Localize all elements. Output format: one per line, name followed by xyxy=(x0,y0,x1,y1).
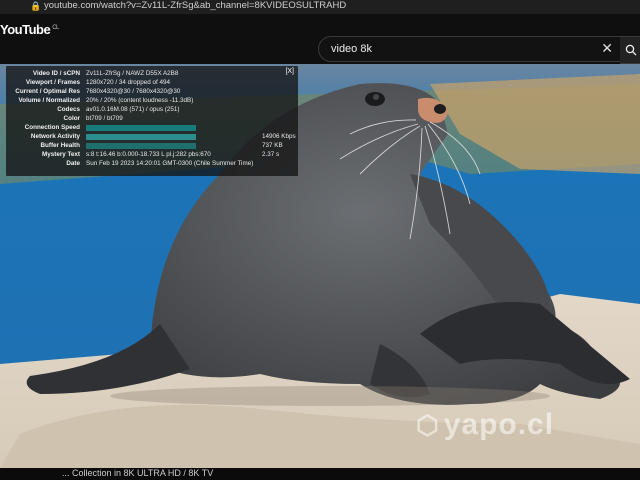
stats-label: Network Activity xyxy=(30,133,80,140)
stats-value: s:8 t:16.46 b:0.000-18.733 L pl.j:282 pb… xyxy=(86,151,211,158)
connection-speed-graph xyxy=(86,125,196,131)
country-code: CL xyxy=(52,24,59,31)
stats-value: 2.37 s xyxy=(262,151,280,158)
clear-search-icon[interactable]: ✕ xyxy=(601,40,613,57)
stats-value: 14906 Kbps xyxy=(262,133,296,140)
stats-row-network-activity: Network Activity 14906 Kbps xyxy=(6,133,298,141)
stats-label: Video ID / sCPN xyxy=(32,70,80,77)
stats-value: Zv11L-ZfrSg / NAWZ D55X A2B8 xyxy=(86,70,179,77)
stats-row-date: Date Sun Feb 19 2023 14:20:01 GMT-0300 (… xyxy=(6,160,298,168)
watermark-text: yapo.cl xyxy=(443,408,555,441)
stats-row-video-id: Video ID / sCPN Zv11L-ZfrSg / NAWZ D55X … xyxy=(6,70,298,78)
network-activity-graph xyxy=(86,134,196,140)
stats-row-volume: Volume / Normalized 20% / 20% (content l… xyxy=(6,97,298,105)
stats-row-viewport: Viewport / Frames 1280x720 / 34 dropped … xyxy=(6,79,298,87)
browser-address-bar[interactable]: 🔒 youtube.com/watch?v=Zv11L-ZfrSg&ab_cha… xyxy=(0,0,640,14)
stats-row-connection-speed: Connection Speed xyxy=(6,124,298,132)
stats-label: Viewport / Frames xyxy=(25,79,80,86)
stats-row-mystery-text: Mystery Text s:8 t:16.46 b:0.000-18.733 … xyxy=(6,151,298,159)
stats-value: Sun Feb 19 2023 14:20:01 GMT-0300 (Chile… xyxy=(86,160,254,167)
video-title[interactable]: ... Collection in 8K ULTRA HD / 8K TV xyxy=(62,468,213,478)
logo-text: YouTube xyxy=(0,22,51,37)
cube-logo-icon: ⬡ xyxy=(416,410,440,440)
url-text[interactable]: youtube.com/watch?v=Zv11L-ZfrSg&ab_chann… xyxy=(44,0,346,11)
stats-value: 20% / 20% (content loudness -11.3dB) xyxy=(86,97,194,104)
stats-value: 1280x720 / 34 dropped of 494 xyxy=(86,79,171,86)
stats-row-codecs: Codecs av01.0.16M.08 (571) / opus (251) xyxy=(6,106,298,114)
stats-label: Mystery Text xyxy=(41,151,80,158)
search-button[interactable] xyxy=(620,36,640,64)
stats-label: Color xyxy=(63,115,80,122)
video-title-strip: ... Collection in 8K ULTRA HD / 8K TV xyxy=(0,468,640,480)
stats-for-nerds-panel: [X] Video ID / sCPN Zv11L-ZfrSg / NAWZ D… xyxy=(6,66,298,176)
stats-label: Current / Optimal Res xyxy=(15,88,80,95)
stats-row-color: Color bt709 / bt709 xyxy=(6,115,298,123)
stats-label: Date xyxy=(66,160,80,167)
search-icon xyxy=(625,44,637,56)
stats-value: bt709 / bt709 xyxy=(86,115,123,122)
search-box[interactable]: ✕ xyxy=(318,36,622,62)
yapo-watermark: ⬡ yapo.cl xyxy=(416,408,554,442)
stats-label: Connection Speed xyxy=(24,124,80,131)
buffer-health-graph xyxy=(86,143,196,149)
stats-value: 737 KB xyxy=(262,142,283,149)
lock-icon: 🔒 xyxy=(30,1,42,11)
stats-label: Buffer Health xyxy=(40,142,80,149)
stats-label: Codecs xyxy=(57,106,80,113)
youtube-logo[interactable]: YouTube CL xyxy=(0,22,59,37)
stats-value: av01.0.16M.08 (571) / opus (251) xyxy=(86,106,180,113)
stats-row-resolution: Current / Optimal Res 7680x4320@30 / 768… xyxy=(6,88,298,96)
stats-value: 7680x4320@30 / 7680x4320@30 xyxy=(86,88,181,95)
youtube-masthead: YouTubeCL ✕ xyxy=(0,14,640,64)
stats-row-buffer-health: Buffer Health 737 KB xyxy=(6,142,298,150)
stats-label: Volume / Normalized xyxy=(18,97,80,104)
search-input[interactable] xyxy=(329,40,583,58)
